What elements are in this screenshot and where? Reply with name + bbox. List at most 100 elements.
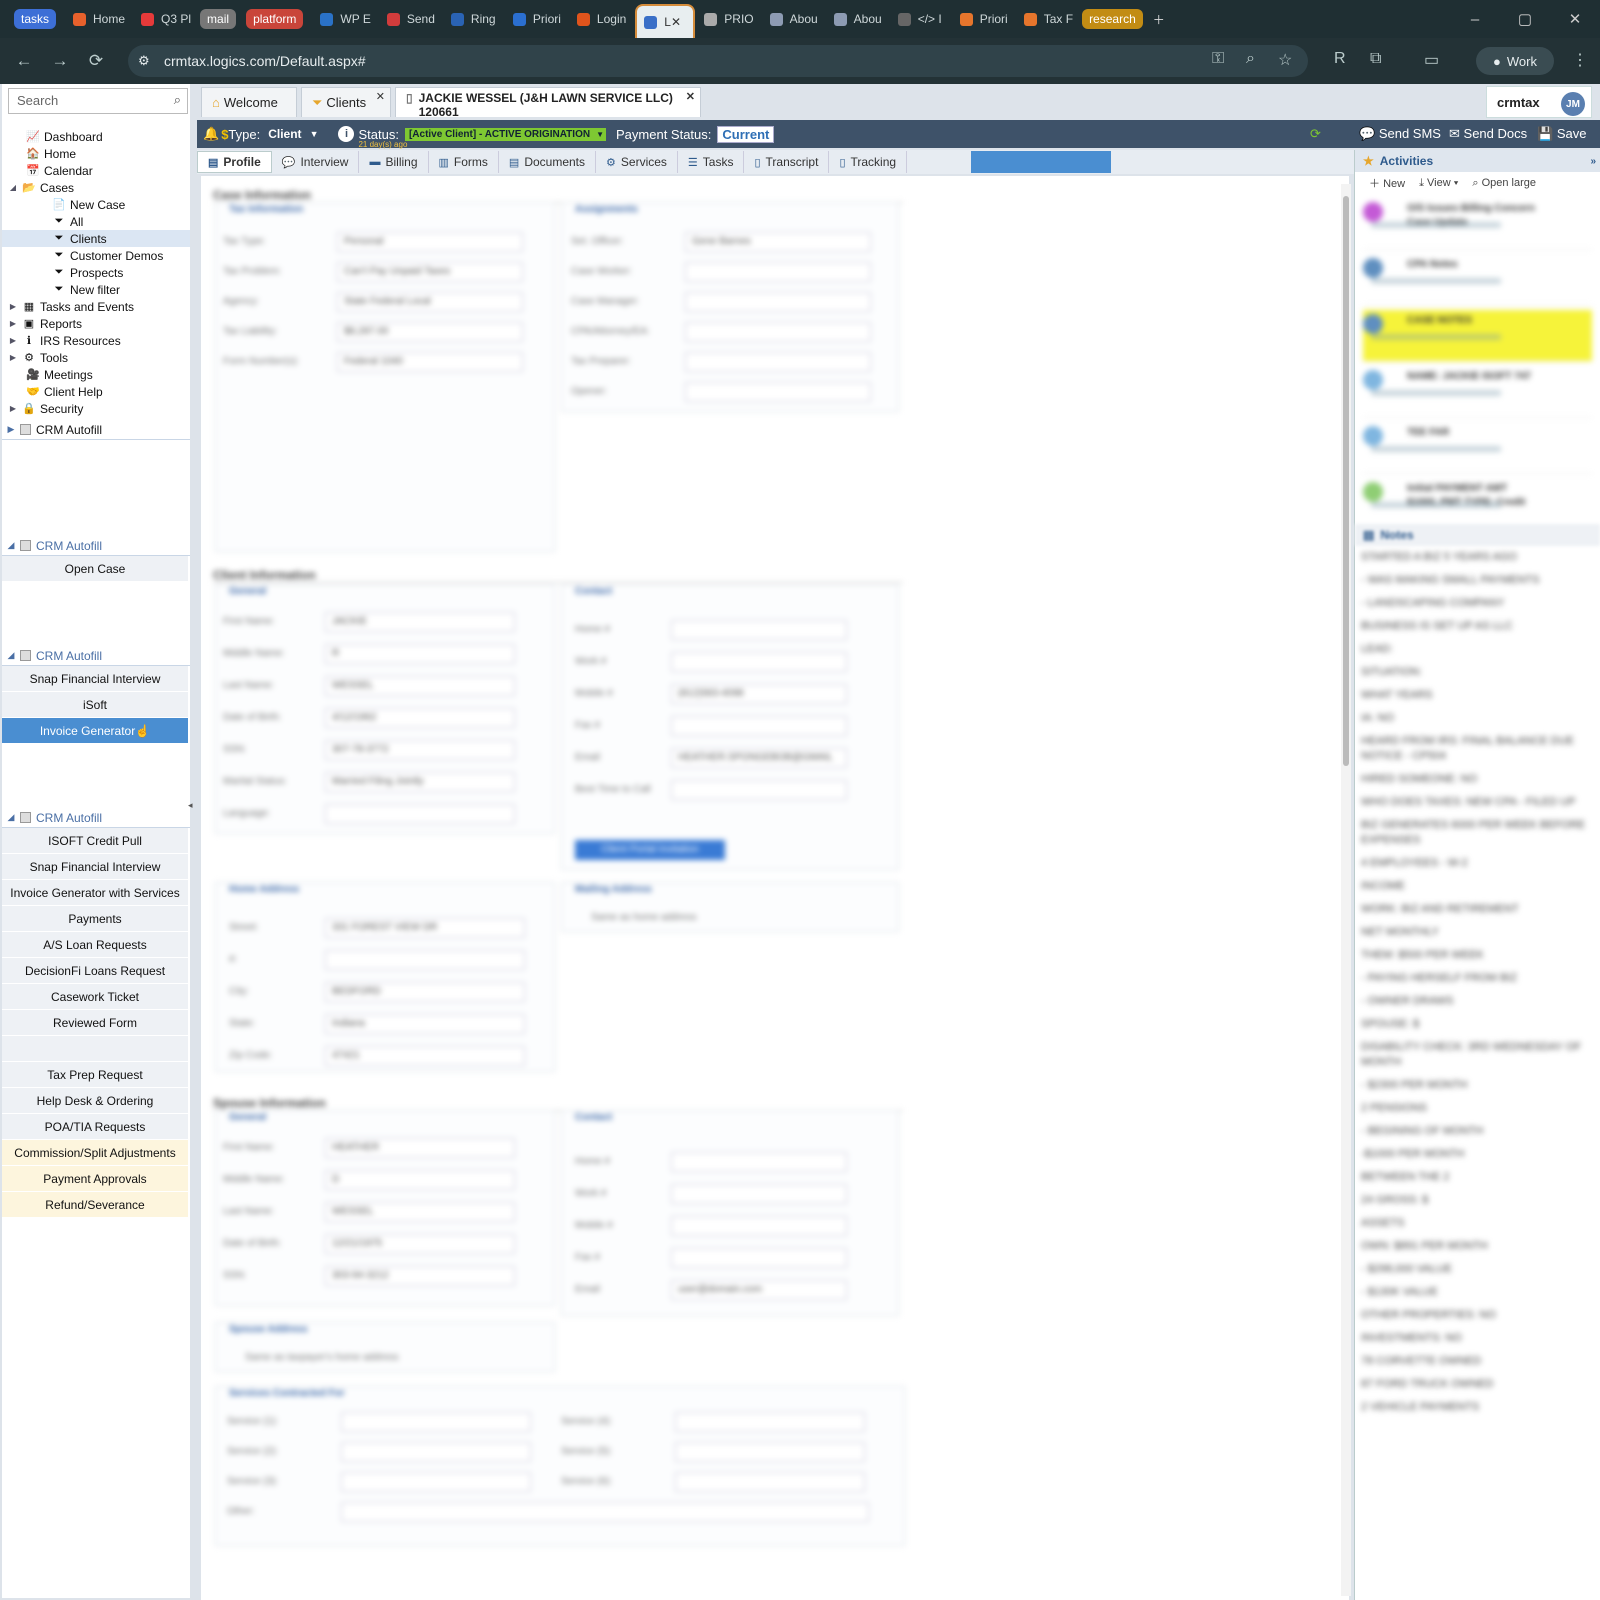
search-icon[interactable]: ⌕ bbox=[174, 92, 181, 108]
field-input[interactable] bbox=[671, 780, 847, 800]
field-input[interactable]: 12/21/1975 bbox=[325, 1234, 515, 1254]
panel-header[interactable]: ◢ CRM Autofill bbox=[2, 536, 190, 556]
field-input[interactable] bbox=[685, 352, 871, 372]
password-key-icon[interactable]: ⚿ bbox=[1212, 50, 1224, 68]
sidebar-item[interactable]: 🏠 Home bbox=[2, 145, 190, 162]
view-dropdown[interactable]: ⤓ View ▾ bbox=[1419, 177, 1458, 190]
forward-icon[interactable]: → bbox=[42, 51, 78, 71]
crm-button[interactable]: Invoice Generator with Services bbox=[2, 880, 188, 906]
sidebar-item[interactable]: ⏷ Prospects bbox=[2, 264, 190, 281]
scrollbar[interactable] bbox=[1341, 184, 1351, 1596]
send-sms-button[interactable]: 💬 Send SMS bbox=[1359, 126, 1441, 142]
field-input[interactable]: WESSEL bbox=[325, 1202, 515, 1222]
record-tab[interactable]: 💬 Interview bbox=[272, 151, 360, 173]
expand-arrow-icon[interactable]: ▶ bbox=[2, 424, 20, 435]
menu-kebab-icon[interactable]: ⋮ bbox=[1572, 50, 1588, 70]
field-input[interactable]: WESSEL bbox=[325, 676, 515, 696]
field-input[interactable] bbox=[685, 262, 871, 282]
collapse-arrow-icon[interactable]: ◢ bbox=[2, 540, 20, 551]
crm-button[interactable]: DecisionFi Loans Request bbox=[2, 958, 188, 984]
field-input[interactable] bbox=[671, 1248, 847, 1268]
browser-tab[interactable]: L ✕ bbox=[635, 4, 696, 38]
extension-icon[interactable]: R bbox=[1334, 50, 1346, 68]
group-chip[interactable]: research bbox=[1082, 9, 1143, 29]
record-tab[interactable]: ▬ Billing bbox=[359, 151, 429, 173]
crm-button[interactable]: iSoft bbox=[2, 692, 188, 718]
tab-clients[interactable]: ⏷ Clients ✕ bbox=[301, 87, 391, 117]
crm-button[interactable]: Casework Ticket bbox=[2, 984, 188, 1010]
sidebar-item[interactable]: ⏷ New filter bbox=[2, 281, 190, 298]
record-tab[interactable]: ▥ Forms bbox=[429, 151, 499, 173]
field-input[interactable] bbox=[671, 1152, 847, 1172]
field-input[interactable]: Indiana bbox=[325, 1014, 525, 1034]
browser-tab[interactable]: Send bbox=[380, 4, 442, 34]
service-select[interactable] bbox=[675, 1442, 865, 1462]
crm-tree-row[interactable]: ▶ CRM Autofill bbox=[2, 420, 190, 440]
sidebar-item[interactable]: ▶ ▦ Tasks and Events bbox=[2, 298, 190, 315]
expand-arrow-icon[interactable]: ▶ bbox=[8, 353, 18, 362]
expand-arrow-icon[interactable]: ◢ bbox=[8, 183, 18, 192]
crm-button[interactable]: Reviewed Form bbox=[2, 1010, 188, 1036]
tab-client-record[interactable]: ▯ JACKIE WESSEL (J&H LAWN SERVICE LLC) 12… bbox=[395, 87, 701, 119]
group-chip[interactable]: mail bbox=[200, 9, 237, 29]
new-activity-button[interactable]: ＋ New bbox=[1369, 175, 1405, 191]
service-select[interactable] bbox=[675, 1472, 865, 1492]
type-select[interactable]: Client bbox=[268, 127, 301, 141]
field-input[interactable]: $8,287.00 bbox=[337, 322, 523, 342]
crm-button[interactable]: A/S Loan Requests bbox=[2, 932, 188, 958]
record-tab[interactable]: ▯ Transcript bbox=[744, 151, 830, 173]
field-input[interactable]: Can't Pay Unpaid Taxes bbox=[337, 262, 523, 282]
sidebar-item[interactable]: 🎥 Meetings bbox=[2, 366, 190, 383]
client-portal-button[interactable]: Client Portal Invitation bbox=[575, 840, 725, 860]
field-input[interactable]: R bbox=[325, 644, 515, 664]
site-info-icon[interactable]: ⚙ bbox=[138, 53, 150, 69]
browser-tab[interactable]: Priori bbox=[506, 4, 568, 34]
bell-icon[interactable]: 🔔 bbox=[203, 126, 219, 142]
url-bar[interactable]: ⚙ crmtax.logics.com/Default.aspx# bbox=[128, 45, 1308, 77]
activity-item[interactable]: TEE FAR bbox=[1363, 422, 1592, 474]
browser-tab[interactable]: Q3 Pl bbox=[134, 4, 198, 34]
sidebar-item[interactable]: ⏷ Clients bbox=[2, 230, 190, 247]
browser-tab[interactable]: WP E bbox=[313, 4, 377, 34]
service-select[interactable] bbox=[675, 1412, 865, 1432]
expand-arrow-icon[interactable]: ▶ bbox=[8, 404, 18, 413]
crm-button[interactable]: Open Case bbox=[2, 556, 188, 582]
profile-button[interactable]: ● Work bbox=[1476, 47, 1554, 75]
sidebar-item[interactable]: 🤝 Client Help bbox=[2, 383, 190, 400]
field-input[interactable]: 4/12/1962 bbox=[325, 708, 515, 728]
record-tab[interactable]: ☰ Tasks bbox=[678, 151, 745, 173]
expand-arrow-icon[interactable]: ▶ bbox=[8, 319, 18, 328]
zoom-icon[interactable]: ⌕ bbox=[1246, 50, 1255, 68]
field-input[interactable] bbox=[685, 292, 871, 312]
crm-button[interactable]: Tax Prep Request bbox=[2, 1062, 188, 1088]
browser-tab[interactable]: PRIO bbox=[697, 4, 760, 34]
maximize-icon[interactable]: ▢ bbox=[1500, 10, 1550, 28]
field-input[interactable]: BEDFORD bbox=[325, 982, 525, 1002]
record-tab[interactable]: ▤ Profile bbox=[197, 151, 272, 173]
crm-button[interactable]: Payment Approvals bbox=[2, 1166, 188, 1192]
panel-header[interactable]: ◢ CRM Autofill bbox=[2, 808, 190, 828]
field-input[interactable]: Gene Barnes bbox=[685, 232, 871, 252]
field-input[interactable] bbox=[325, 804, 515, 824]
sidebar-item[interactable]: ▶ ▣ Reports bbox=[2, 315, 190, 332]
activity-item[interactable]: CPA Notes bbox=[1363, 254, 1592, 306]
field-input[interactable] bbox=[671, 1216, 847, 1236]
crm-button[interactable]: Invoice Generator ☝ bbox=[2, 718, 188, 744]
expand-arrow-icon[interactable]: ▶ bbox=[8, 302, 18, 311]
crm-button[interactable]: Help Desk & Ordering bbox=[2, 1088, 188, 1114]
sidebar-item[interactable]: 📅 Calendar bbox=[2, 162, 190, 179]
bookmark-star-icon[interactable]: ☆ bbox=[1278, 50, 1292, 70]
minimize-icon[interactable]: – bbox=[1450, 11, 1500, 28]
sidebar-item[interactable]: 📈 Dashboard bbox=[2, 128, 190, 145]
status-badge[interactable]: [Active Client] - ACTIVE ORIGINATION bbox=[404, 127, 595, 141]
sidebar-item[interactable]: ⏷ All bbox=[2, 213, 190, 230]
field-input[interactable] bbox=[685, 382, 871, 402]
crm-button[interactable]: Refund/Severance bbox=[2, 1192, 188, 1218]
close-tab-icon[interactable]: ✕ bbox=[376, 90, 385, 103]
field-input[interactable]: 47421 bbox=[325, 1046, 525, 1066]
field-input[interactable]: (812)583-4098 bbox=[671, 684, 847, 704]
close-tab-icon[interactable]: ✕ bbox=[686, 90, 695, 104]
close-window-icon[interactable]: ✕ bbox=[1550, 10, 1600, 28]
browser-tab[interactable]: Tax F bbox=[1017, 4, 1080, 34]
activity-item[interactable]: NAME: JACKIE ISOFT 747 bbox=[1363, 366, 1592, 418]
